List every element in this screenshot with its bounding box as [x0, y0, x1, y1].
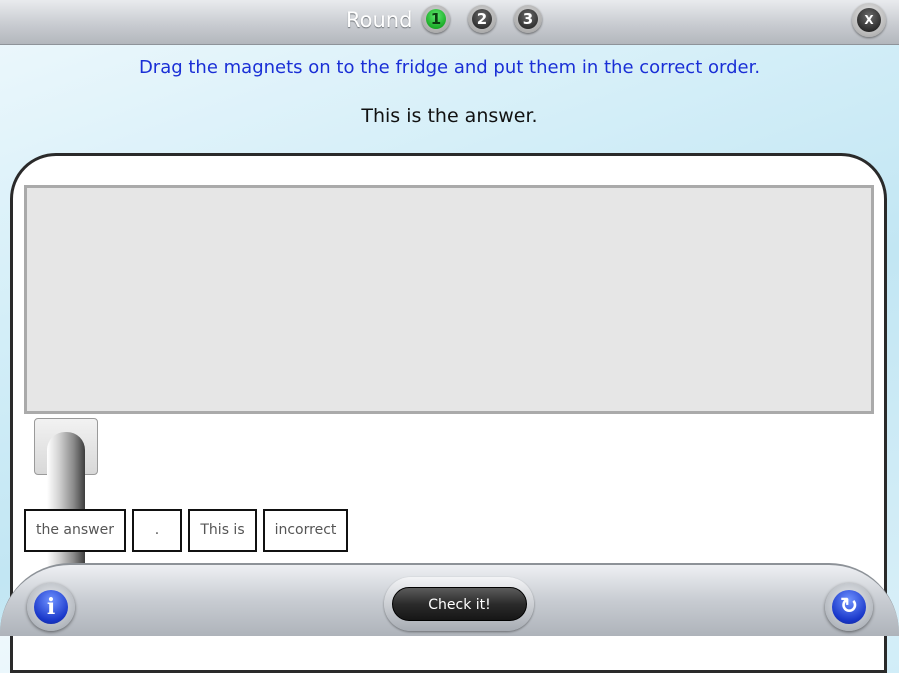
magnet-word[interactable]: This is [188, 509, 257, 552]
info-button[interactable]: i [27, 583, 75, 631]
round-1-indicator[interactable]: 1 [422, 5, 450, 33]
magnet-drop-zone[interactable] [24, 185, 874, 414]
round-label: Round [346, 8, 413, 32]
close-icon: X [857, 8, 881, 32]
refresh-icon: ↻ [832, 590, 866, 624]
magnet-word[interactable]: the answer [24, 509, 126, 552]
round-1-number: 1 [426, 9, 446, 29]
check-it-button[interactable]: Check it! [392, 587, 527, 621]
instruction-text: Drag the magnets on to the fridge and pu… [138, 57, 761, 78]
magnet-word[interactable]: incorrect [263, 509, 348, 552]
info-icon: i [34, 590, 68, 624]
round-3-indicator[interactable]: 3 [514, 5, 542, 33]
round-3-number: 3 [518, 9, 538, 29]
reset-button[interactable]: ↻ [825, 583, 873, 631]
round-2-indicator[interactable]: 2 [468, 5, 496, 33]
magnet-word[interactable]: . [132, 509, 182, 552]
target-sentence: This is the answer. [361, 105, 538, 127]
round-2-number: 2 [472, 9, 492, 29]
close-button[interactable]: X [852, 3, 886, 37]
